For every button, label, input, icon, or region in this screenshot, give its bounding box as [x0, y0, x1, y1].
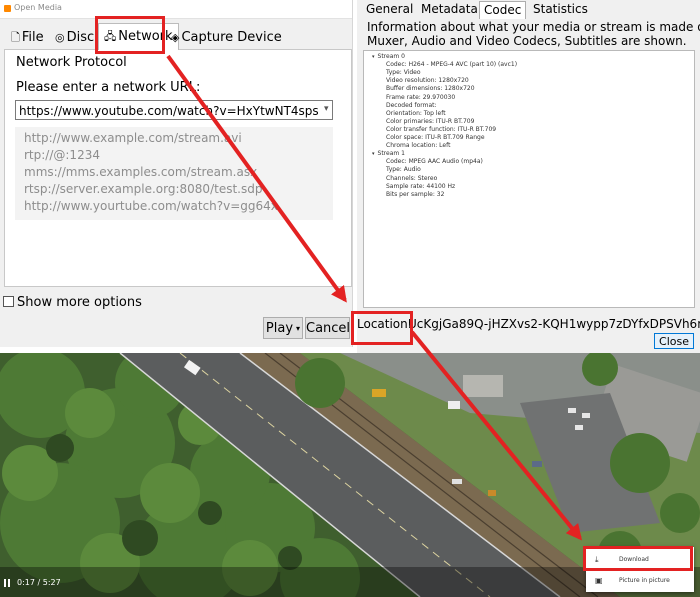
annotation-arrows [166, 54, 583, 541]
arrow-network-to-location [166, 54, 347, 303]
arrow-location-to-download [410, 330, 583, 541]
